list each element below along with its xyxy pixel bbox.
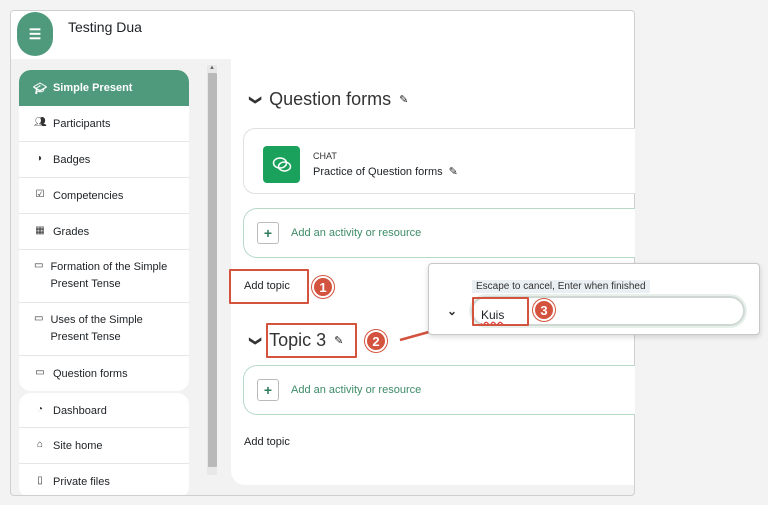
step-badge-2: 2 xyxy=(365,330,387,352)
sidebar-item-private-files[interactable]: ▯ Private files xyxy=(19,464,189,495)
sidebar-item-participants[interactable]: 👥︎ Participants xyxy=(19,106,189,142)
course-menu: 🎓︎ Simple Present 👥︎ Participants ◗ Badg… xyxy=(19,70,189,391)
collapse-chevron-icon[interactable]: ❯ xyxy=(249,335,263,345)
section-header-question-forms: ❯ Question forms ✎ xyxy=(249,89,408,110)
checkbox-icon: ☑ xyxy=(35,189,45,200)
sidebar-course-header[interactable]: 🎓︎ Simple Present xyxy=(19,70,189,106)
shield-icon: ◗ xyxy=(36,153,44,164)
chevron-down-icon[interactable]: ⌄ xyxy=(447,304,457,318)
chat-icon xyxy=(263,146,300,183)
pencil-icon[interactable]: ✎ xyxy=(449,165,458,178)
drawer-toggle-button[interactable]: ☰ xyxy=(17,12,53,56)
users-icon: 👥︎ xyxy=(34,117,47,128)
hamburger-icon: ☰ xyxy=(28,25,42,42)
highlight-box-input xyxy=(472,297,529,326)
section-title: Question forms xyxy=(269,89,392,109)
highlight-box-add-topic xyxy=(229,269,309,304)
pencil-icon[interactable]: ✎ xyxy=(399,93,408,106)
activity-card-chat[interactable]: CHAT Practice of Question forms ✎ xyxy=(243,128,635,194)
scroll-up-arrow-icon[interactable]: ▲ xyxy=(209,65,215,71)
collapse-chevron-icon[interactable]: ❯ xyxy=(249,94,263,104)
plus-icon: + xyxy=(257,222,279,244)
sidebar-item-dashboard[interactable]: ◔ Dashboard xyxy=(19,393,189,428)
course-title: Testing Dua xyxy=(68,19,142,35)
file-icon: ▯ xyxy=(37,475,43,486)
folder-icon: ▭ xyxy=(34,313,44,324)
sidebar-item-uses[interactable]: ▭ Uses of the Simple Present Tense xyxy=(19,303,189,356)
add-activity-button[interactable]: + Add an activity or resource xyxy=(243,365,635,415)
activity-name[interactable]: Practice of Question forms ✎ xyxy=(313,165,458,179)
home-icon: ⌂ xyxy=(36,439,44,450)
add-topic-link[interactable]: Add topic xyxy=(244,436,290,448)
sidebar-item-question-forms[interactable]: ▭ Question forms xyxy=(19,356,189,391)
step-badge-1: 1 xyxy=(312,276,334,298)
sidebar-item-badges[interactable]: ◗ Badges xyxy=(19,142,189,178)
sidebar-scrollbar-thumb[interactable] xyxy=(208,73,217,467)
folder-icon: ▭ xyxy=(34,260,44,271)
plus-icon: + xyxy=(257,379,279,401)
add-activity-button[interactable]: + Add an activity or resource xyxy=(243,208,635,258)
dashboard-icon: ◔ xyxy=(36,404,44,415)
sidebar-item-competencies[interactable]: ☑ Competencies xyxy=(19,178,189,214)
course-index-sidebar: 🎓︎ Simple Present 👥︎ Participants ◗ Badg… xyxy=(19,70,189,495)
graduation-cap-icon: 🎓︎ xyxy=(33,82,47,95)
sidebar-item-site-home[interactable]: ⌂ Site home xyxy=(19,428,189,464)
activity-type: CHAT xyxy=(313,151,337,161)
table-icon: ▦ xyxy=(35,225,45,236)
step-badge-3: 3 xyxy=(533,299,555,321)
inline-edit-hint: Escape to cancel, Enter when finished xyxy=(472,280,650,293)
highlight-box-topic-title xyxy=(266,323,357,358)
top-bar: ☰ Testing Dua xyxy=(11,11,634,59)
sidebar-item-formation[interactable]: ▭ Formation of the Simple Present Tense xyxy=(19,250,189,303)
site-nav-menu: ◔ Dashboard ⌂ Site home ▯ Private files xyxy=(19,393,189,495)
folder-icon: ▭ xyxy=(35,367,45,378)
sidebar-item-grades[interactable]: ▦ Grades xyxy=(19,214,189,250)
